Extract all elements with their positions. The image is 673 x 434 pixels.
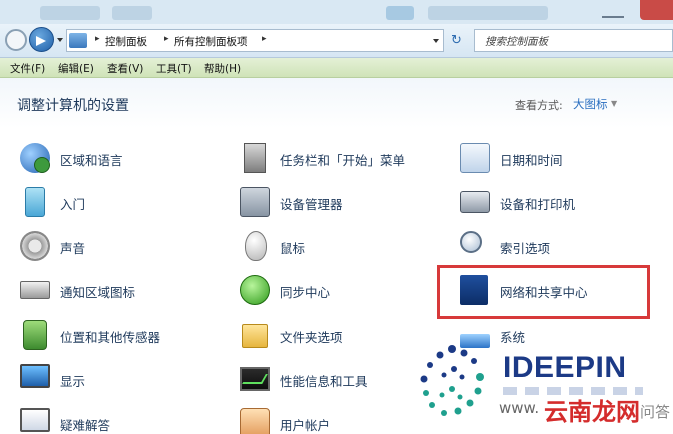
watermark-site: 云南龙网 (544, 398, 640, 426)
calendar-icon (460, 143, 490, 173)
cp-item-user-accounts[interactable]: 用户帐户 (240, 406, 440, 434)
folder-icon (242, 324, 268, 348)
tray-icon (20, 281, 50, 299)
tab-strip (0, 0, 673, 24)
chevron-down-icon[interactable]: ▼ (611, 99, 617, 108)
chevron-right-icon: ▸ (95, 34, 100, 44)
view-by-dropdown[interactable]: 大图标 (573, 96, 608, 112)
history-dropdown[interactable] (57, 38, 63, 42)
forward-button[interactable] (29, 27, 54, 52)
menu-view[interactable]: 查看(V) (107, 61, 143, 76)
watermark-logo-icon (420, 345, 484, 416)
cp-item-label: 用户帐户 (280, 418, 331, 433)
cp-item-label: 设备和打印机 (500, 197, 576, 212)
cp-item-label: 声音 (60, 241, 86, 256)
cp-item-label: 鼠标 (280, 241, 306, 256)
view-by-label: 查看方式: (515, 99, 563, 112)
cp-item-location-sensors[interactable]: 位置和其他传感器 (20, 318, 220, 354)
cp-item-label: 系统 (500, 330, 526, 345)
globe-icon (20, 143, 50, 173)
menu-tools[interactable]: 工具(T) (156, 61, 192, 76)
cp-item-troubleshooting[interactable]: 疑难解答 (20, 406, 220, 434)
cp-item-label: 日期和时间 (500, 153, 563, 168)
watermark-suffix: 问答 (640, 403, 671, 421)
menu-file[interactable]: 文件(F) (10, 61, 45, 76)
cp-item-date-time[interactable]: 日期和时间 (460, 141, 660, 177)
cp-item-label: 位置和其他传感器 (60, 330, 161, 345)
taskbar-icon (244, 143, 266, 173)
address-input[interactable]: ▸ 控制面板 ▸ 所有控制面板项 ▸ (66, 29, 444, 52)
cp-item-label: 性能信息和工具 (280, 374, 368, 389)
breadcrumb-control-panel[interactable]: 控制面板 (105, 34, 147, 49)
browser-tab[interactable] (112, 6, 152, 20)
menu-help[interactable]: 帮助(H) (204, 61, 241, 76)
speaker-icon (20, 231, 50, 261)
cp-item-sound[interactable]: 声音 (20, 229, 220, 265)
cp-item-label: 入门 (60, 197, 86, 212)
highlight-annotation (437, 265, 650, 319)
cp-item-folder-options[interactable]: 文件夹选项 (240, 318, 440, 354)
cp-item-label: 同步中心 (280, 285, 331, 300)
cp-item-indexing-options[interactable]: 索引选项 (460, 229, 660, 265)
watermark-brand: IDEEPIN (503, 351, 627, 384)
magnifier-icon (460, 231, 482, 253)
chevron-right-icon: ▸ (262, 34, 267, 44)
getting-started-icon (25, 187, 45, 217)
cp-item-label: 设备管理器 (280, 197, 343, 212)
printer-icon (460, 191, 490, 213)
browser-tab[interactable] (40, 6, 100, 20)
cp-item-label: 索引选项 (500, 241, 551, 256)
search-input[interactable]: 搜索控制面板 (474, 29, 673, 52)
troubleshoot-icon (20, 408, 50, 432)
sensor-icon (23, 320, 47, 350)
mouse-icon (245, 231, 267, 261)
cp-item-notification-icons[interactable]: 通知区域图标 (20, 273, 220, 309)
chevron-right-icon: ▸ (164, 34, 169, 44)
performance-icon (240, 367, 270, 391)
cp-item-performance[interactable]: 性能信息和工具 (240, 362, 440, 398)
back-button[interactable] (5, 29, 27, 51)
refresh-icon[interactable]: ↻ (451, 33, 462, 48)
cp-item-label: 疑难解答 (60, 418, 111, 433)
browser-tab[interactable] (428, 6, 548, 20)
cp-item-label: 区域和语言 (60, 153, 123, 168)
device-manager-icon (240, 187, 270, 217)
cp-item-label: 文件夹选项 (280, 330, 343, 345)
address-dropdown[interactable] (433, 39, 439, 43)
menu-edit[interactable]: 编辑(E) (58, 61, 94, 76)
cp-item-label: 通知区域图标 (60, 285, 136, 300)
cp-item-devices-printers[interactable]: 设备和打印机 (460, 185, 660, 221)
watermark-prefix: www. (499, 399, 540, 417)
cp-item-display[interactable]: 显示 (20, 362, 220, 398)
sync-icon (240, 275, 270, 305)
browser-tab[interactable] (386, 6, 414, 20)
cp-item-device-manager[interactable]: 设备管理器 (240, 185, 440, 221)
cp-item-mouse[interactable]: 鼠标 (240, 229, 440, 265)
cp-item-sync-center[interactable]: 同步中心 (240, 273, 440, 309)
close-button[interactable] (640, 0, 673, 20)
menu-bar: 文件(F) 编辑(E) 查看(V) 工具(T) 帮助(H) (0, 58, 673, 78)
breadcrumb-all-items[interactable]: 所有控制面板项 (174, 34, 248, 49)
cp-item-label: 任务栏和「开始」菜单 (280, 153, 406, 168)
cp-item-region-language[interactable]: 区域和语言 (20, 141, 220, 177)
minimize-button[interactable] (602, 6, 624, 18)
cp-item-getting-started[interactable]: 入门 (20, 185, 220, 221)
control-panel-icon (69, 33, 87, 48)
user-icon (240, 408, 270, 434)
search-placeholder: 搜索控制面板 (485, 36, 548, 48)
cp-item-taskbar-start[interactable]: 任务栏和「开始」菜单 (240, 141, 440, 177)
page-title: 调整计算机的设置 (17, 98, 129, 114)
cp-item-label: 显示 (60, 374, 86, 389)
monitor-icon (20, 364, 50, 388)
